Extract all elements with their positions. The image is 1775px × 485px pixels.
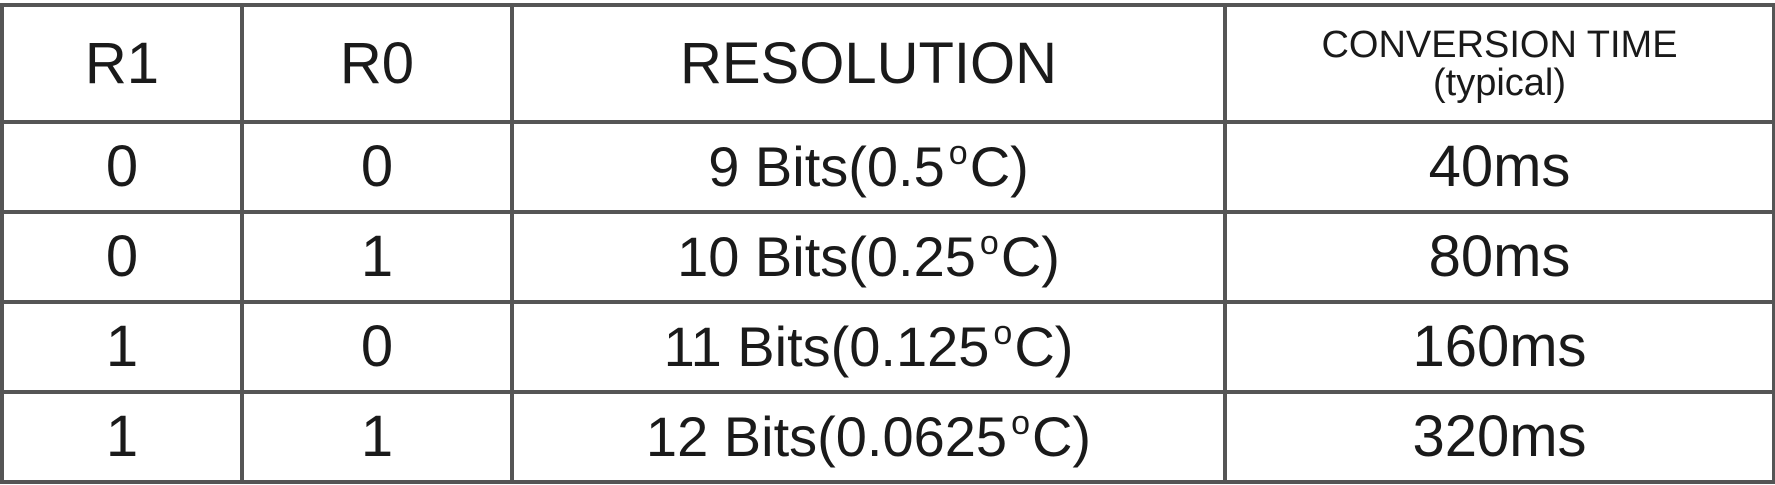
cell-r1: 1 [0,390,244,484]
cell-r0: 1 [240,390,514,484]
header-resolution-label: RESOLUTION [679,30,1058,96]
cell-resolution: 12 Bits(0.0625 oC) [510,390,1227,484]
cell-r0-value: 0 [360,134,394,199]
cell-r0: 0 [240,300,514,394]
header-resolution: RESOLUTION [510,3,1227,124]
resolution-value: 12 Bits(0.0625 [645,405,1008,468]
cell-resolution: 9 Bits(0.5 oC) [510,120,1227,214]
cell-r0-value: 1 [360,224,394,289]
table-row: 0 0 9 Bits(0.5 oC) 40ms [0,120,1775,214]
conversion-time-value: 40ms [1428,134,1571,199]
resolution-unit: C) [1031,405,1092,468]
conversion-time-value: 320ms [1412,404,1587,469]
header-conversion-label: CONVERSION TIME [1321,23,1678,66]
cell-resolution: 11 Bits(0.125 oC) [510,300,1227,394]
cell-r1-value: 0 [105,134,139,199]
resolution-value: 9 Bits(0.5 [708,135,945,198]
header-r1: R1 [0,3,244,124]
header-conversion-time: CONVERSION TIME (typical) [1223,3,1775,124]
cell-r0: 1 [240,210,514,304]
table-row: 1 0 11 Bits(0.125 oC) 160ms [0,300,1775,394]
cell-r1-value: 1 [105,404,139,469]
resolution-unit: C) [1014,315,1074,378]
header-r1-label: R1 [84,30,160,96]
header-r0-label: R0 [339,30,415,96]
table-row: 1 1 12 Bits(0.0625 oC) 320ms [0,390,1775,484]
resolution-unit: C) [1000,225,1060,288]
header-row: R1 R0 RESOLUTION CONVERSION TIME (typica… [0,3,1775,124]
degree-symbol: o [993,314,1013,352]
cell-r1: 0 [0,120,244,214]
cell-r1-value: 1 [105,314,139,379]
header-conversion-sublabel: (typical) [1432,61,1567,104]
degree-symbol: o [979,224,999,262]
cell-r0-value: 1 [360,404,394,469]
resolution-value: 11 Bits(0.125 [663,315,990,378]
cell-conversion-time: 40ms [1223,120,1775,214]
resolution-table: R1 R0 RESOLUTION CONVERSION TIME (typica… [0,3,1775,484]
conversion-time-value: 80ms [1428,224,1571,289]
cell-conversion-time: 80ms [1223,210,1775,304]
cell-r1: 0 [0,210,244,304]
conversion-time-value: 160ms [1412,314,1587,379]
cell-r0: 0 [240,120,514,214]
cell-conversion-time: 320ms [1223,390,1775,484]
table-row: 0 1 10 Bits(0.25 oC) 80ms [0,210,1775,304]
resolution-unit: C) [969,135,1029,198]
degree-symbol: o [948,134,968,172]
cell-conversion-time: 160ms [1223,300,1775,394]
cell-r1-value: 0 [105,224,139,289]
header-r0: R0 [240,3,514,124]
resolution-table-frame: R1 R0 RESOLUTION CONVERSION TIME (typica… [0,0,1775,485]
degree-symbol: o [1011,404,1030,442]
cell-r1: 1 [0,300,244,394]
cell-r0-value: 0 [360,314,394,379]
cell-resolution: 10 Bits(0.25 oC) [510,210,1227,304]
resolution-value: 10 Bits(0.25 [677,225,976,288]
